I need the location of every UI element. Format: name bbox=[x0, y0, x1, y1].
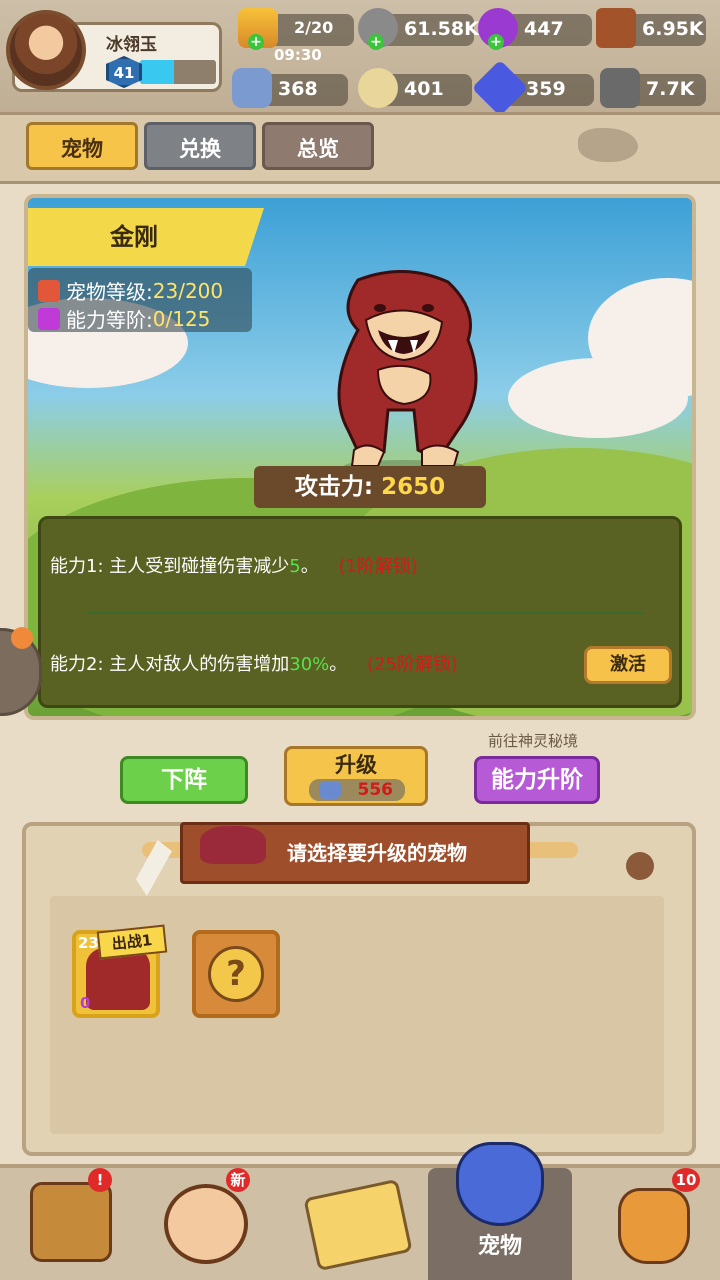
star-icon bbox=[38, 279, 60, 302]
purple-gem-counter[interactable]: + 447 bbox=[478, 8, 592, 50]
skill-1-suffix: 。 bbox=[300, 556, 319, 577]
question-egg-icon: ? bbox=[208, 946, 264, 1002]
pet-slot-unknown[interactable]: ? bbox=[192, 930, 280, 1018]
bat-icon bbox=[200, 826, 266, 864]
bone-value: 368 bbox=[278, 78, 318, 100]
slot-rank: 0 bbox=[80, 994, 91, 1012]
pet-name: 金刚 bbox=[110, 223, 158, 251]
skill-1-value: 5 bbox=[289, 556, 301, 577]
attack-value: 2650 bbox=[381, 474, 446, 500]
alert-badge: ! bbox=[88, 1168, 112, 1192]
skill-1: 能力1: 主人受到碰撞伤害减少5。 (1阶解锁) bbox=[50, 552, 418, 578]
retire-button[interactable]: 下阵 bbox=[120, 756, 248, 804]
upgrade-button[interactable]: 升级 556 bbox=[284, 746, 428, 806]
rank-icon bbox=[38, 307, 60, 330]
nav-pet-label: 宠物 bbox=[477, 1234, 522, 1259]
skill-2-value: 30% bbox=[289, 654, 330, 675]
skill-2: 能力2: 主人对敌人的伤害增加30%。 (25阶解锁) bbox=[50, 650, 458, 676]
player-name: 冰翎玉 bbox=[106, 35, 157, 55]
pet-rank-label: 能力等阶: bbox=[66, 308, 153, 332]
cloud-icon bbox=[508, 358, 688, 438]
upgrade-cost-value: 556 bbox=[357, 780, 394, 800]
xp-bar bbox=[140, 60, 216, 84]
wolf-pet-icon bbox=[456, 1142, 544, 1226]
egg-value: 401 bbox=[404, 78, 444, 100]
count-badge: 10 bbox=[672, 1168, 700, 1192]
pet-rank-value: 0/125 bbox=[152, 306, 211, 331]
wood-value: 6.95K bbox=[642, 18, 704, 40]
egg-counter[interactable]: 401 bbox=[358, 68, 472, 108]
event-dot-icon bbox=[11, 627, 33, 649]
slot-level: 23 bbox=[78, 934, 99, 952]
stone-value: 61.58K bbox=[404, 18, 479, 40]
xp-bar-fill bbox=[140, 60, 175, 84]
attack-label: 攻击力: bbox=[294, 474, 374, 500]
skill-2-suffix: 。 bbox=[329, 654, 348, 675]
attack-power-plate: 攻击力: 2650 bbox=[254, 466, 486, 508]
bone-icon bbox=[319, 781, 341, 799]
stamina-value: 2/20 bbox=[294, 18, 334, 37]
loot-bag-icon bbox=[618, 1188, 690, 1264]
new-badge: 新 bbox=[226, 1168, 250, 1192]
nail-decoration-icon bbox=[626, 852, 654, 880]
nav-pet[interactable]: 宠物 bbox=[428, 1142, 572, 1280]
upgrade-label: 升级 bbox=[335, 753, 377, 777]
treasure-map-icon bbox=[303, 1178, 413, 1272]
wood-icon bbox=[596, 8, 636, 48]
wood-counter[interactable]: 6.95K bbox=[596, 8, 706, 48]
pet-level-value: 23/200 bbox=[152, 278, 224, 303]
skill-2-lock: (25阶解锁) bbox=[367, 654, 458, 675]
nav-hero[interactable]: 新 bbox=[144, 1168, 288, 1280]
portal-hint[interactable]: 前往神灵秘境 bbox=[488, 730, 578, 751]
pet-name-banner: 金刚 bbox=[28, 208, 264, 266]
skill-1-lock: (1阶解锁) bbox=[338, 556, 418, 577]
activate-button[interactable]: 激活 bbox=[584, 646, 672, 684]
ore-icon bbox=[600, 68, 640, 108]
pet-level-label: 宠物等级: bbox=[66, 280, 153, 304]
tab-pet[interactable]: 宠物 bbox=[26, 122, 138, 170]
stone-counter[interactable]: + 61.58K bbox=[358, 8, 479, 50]
bone-counter[interactable]: 368 bbox=[232, 68, 348, 108]
nav-base[interactable]: ! bbox=[0, 1168, 144, 1280]
bone-icon bbox=[232, 68, 272, 108]
player-avatar[interactable] bbox=[6, 10, 86, 90]
dino-skull-decoration-icon bbox=[578, 128, 638, 162]
crystal-value: 359 bbox=[526, 78, 566, 100]
nav-bag[interactable]: 10 bbox=[576, 1168, 720, 1280]
crystal-counter[interactable]: 359 bbox=[471, 59, 594, 117]
stamina-timer: 09:30 bbox=[274, 46, 322, 64]
hero-face-icon bbox=[164, 1184, 248, 1264]
skill-1-text: 能力1: 主人受到碰撞伤害减少 bbox=[50, 556, 290, 577]
rank-up-button[interactable]: 能力升阶 bbox=[474, 756, 600, 804]
tab-overview[interactable]: 总览 bbox=[262, 122, 374, 170]
skill-divider bbox=[86, 612, 644, 614]
ore-value: 7.7K bbox=[646, 78, 695, 100]
egg-icon bbox=[358, 68, 398, 108]
add-stamina-icon[interactable]: + bbox=[248, 34, 264, 50]
nav-map[interactable] bbox=[288, 1168, 432, 1280]
gorilla-pet-icon bbox=[337, 270, 478, 470]
stamina-counter[interactable]: + 2/20 bbox=[238, 8, 354, 50]
castle-icon bbox=[30, 1182, 112, 1262]
pet-rank-row: 能力等阶: 0/125 bbox=[38, 304, 210, 333]
ore-counter[interactable]: 7.7K bbox=[600, 68, 706, 108]
pet-level-row: 宠物等级: 23/200 bbox=[38, 276, 223, 305]
purple-gem-value: 447 bbox=[524, 18, 564, 40]
selection-title: 请选择要升级的宠物 bbox=[287, 841, 467, 865]
tab-exchange[interactable]: 兑换 bbox=[144, 122, 256, 170]
skill-2-text: 能力2: 主人对敌人的伤害增加 bbox=[50, 654, 290, 675]
add-stone-icon[interactable]: + bbox=[368, 34, 384, 50]
add-gem-icon[interactable]: + bbox=[488, 34, 504, 50]
